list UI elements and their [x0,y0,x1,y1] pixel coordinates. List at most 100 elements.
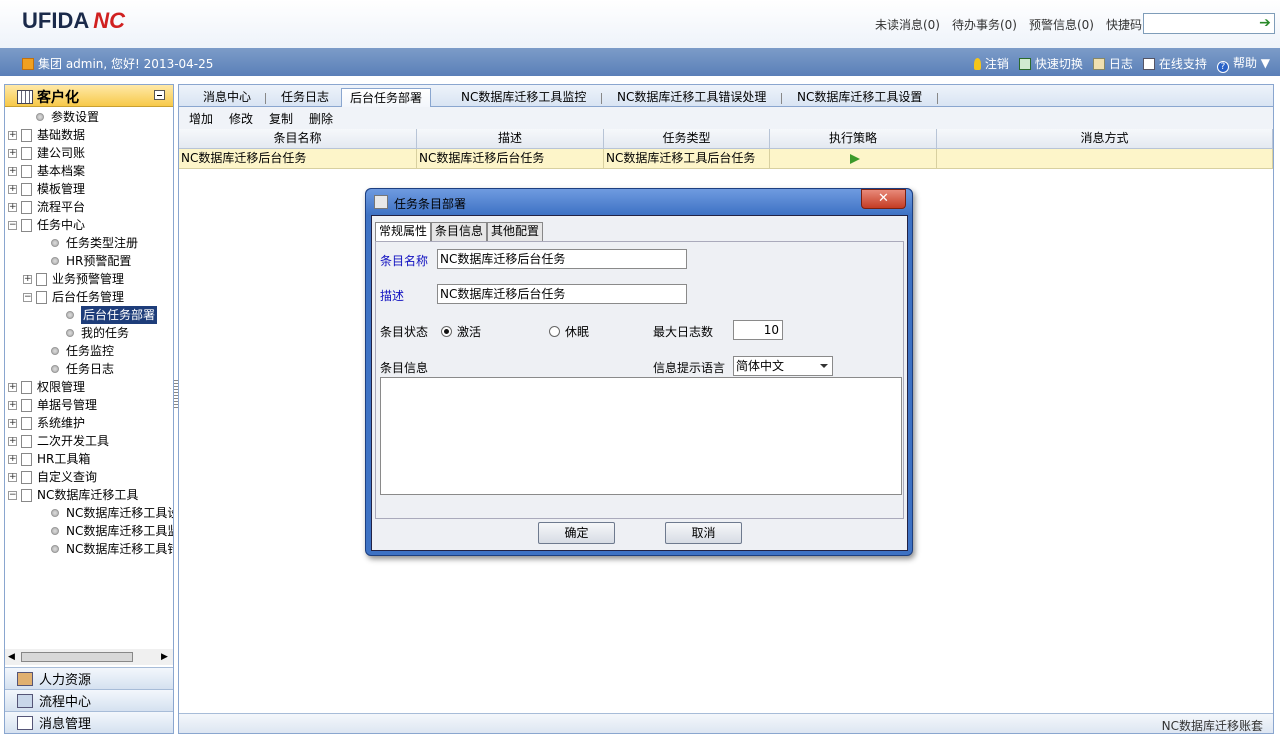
logout-link[interactable]: 注销 [973,55,1009,72]
expand-icon[interactable]: + [8,454,17,464]
copy-button[interactable]: 复制 [269,110,293,127]
language-select[interactable]: 简体中文 [733,356,833,376]
play-icon[interactable] [850,154,860,164]
expand-icon[interactable]: + [8,166,17,176]
name-input[interactable]: NC数据库迁移后台任务 [437,249,687,269]
status-sleep-radio[interactable]: 休眠 [549,323,589,340]
column-header-strategy[interactable]: 执行策略 [770,129,937,149]
column-header-desc[interactable]: 描述 [417,129,604,149]
column-header-name[interactable]: 条目名称 [179,129,417,149]
leaf-bullet-icon [51,527,59,535]
unread-messages-link[interactable]: 未读消息(0) [875,16,940,33]
log-icon [1092,58,1105,70]
tab-item-info[interactable]: 条目信息 [431,222,488,241]
column-header-type[interactable]: 任务类型 [604,129,770,149]
message-module-button[interactable]: 消息管理 [5,711,173,733]
todo-link[interactable]: 待办事务(0) [952,16,1017,33]
add-button[interactable]: 增加 [189,110,213,127]
tab-task-log[interactable]: 任务日志 [273,88,337,107]
tree-folder-item[interactable]: + 权限管理 [8,378,85,396]
max-log-input[interactable]: 10 [733,320,783,340]
tree-folder-item[interactable]: − NC数据库迁移工具 [8,486,138,504]
expand-icon[interactable]: + [23,274,32,284]
tree-folder-item[interactable]: − 任务中心 [8,216,85,234]
tab-other-config[interactable]: 其他配置 [487,222,544,241]
collapse-icon[interactable]: − [23,292,32,302]
table-cell-message[interactable] [937,149,1273,169]
expand-icon[interactable]: + [8,130,17,140]
expand-icon[interactable]: + [8,184,17,194]
scroll-right-icon[interactable]: ▶ [161,652,168,662]
table-cell-desc[interactable]: NC数据库迁移后台任务 [417,149,604,169]
delete-button[interactable]: 删除 [309,110,333,127]
expand-icon[interactable]: + [8,418,17,428]
table-cell-name[interactable]: NC数据库迁移后台任务 [179,149,417,169]
quick-switch-link[interactable]: 快速切换 [1018,55,1083,72]
tree-folder-item[interactable]: + 模板管理 [8,180,85,198]
expand-icon[interactable]: + [8,436,17,446]
collapse-icon[interactable]: − [8,490,17,500]
tab-general[interactable]: 常规属性 [375,222,432,242]
tab-nc-migration-monitor[interactable]: NC数据库迁移工具监控 [453,88,594,107]
table-cell-type[interactable]: NC数据库迁移工具后台任务 [604,149,770,169]
tree-folder-item[interactable]: − 后台任务管理 [23,288,124,306]
scroll-left-icon[interactable]: ◀ [8,652,15,662]
tree-folder-item[interactable]: + 建公司账 [8,144,85,162]
close-button[interactable]: ✕ [861,189,906,209]
tree-folder-item[interactable]: + 系统维护 [8,414,85,432]
edit-button[interactable]: 修改 [229,110,253,127]
desc-input[interactable]: NC数据库迁移后台任务 [437,284,687,304]
go-arrow-icon[interactable]: ➔ [1256,14,1274,32]
tree-leaf-item[interactable]: 任务监控 [51,342,114,360]
tree-leaf-item[interactable]: 参数设置 [36,108,99,126]
tree-leaf-item[interactable]: HR预警配置 [51,252,131,270]
status-sleep-label: 休眠 [565,325,590,339]
tree-folder-item[interactable]: + HR工具箱 [8,450,90,468]
item-info-textarea[interactable] [380,377,902,495]
ok-button[interactable]: 确定 [538,522,615,544]
tree-leaf-item[interactable]: 后台任务部署 [66,306,158,324]
help-link[interactable]: ? 帮助 ▼ [1216,54,1270,73]
tree-folder-item[interactable]: + 业务预警管理 [23,270,124,288]
tree-folder-item[interactable]: + 二次开发工具 [8,432,109,450]
log-link[interactable]: 日志 [1092,55,1133,72]
status-active-radio[interactable]: 激活 [441,323,481,340]
tree-folder-item[interactable]: + 自定义查询 [8,468,97,486]
expand-icon[interactable]: + [8,148,17,158]
tree-folder-item[interactable]: + 流程平台 [8,198,85,216]
tree-leaf-item[interactable]: NC数据库迁移工具监控 [51,522,173,540]
minimize-button[interactable] [154,90,165,100]
language-label: 信息提示语言 [653,361,726,375]
expand-icon[interactable]: + [8,202,17,212]
tab-background-task-deploy[interactable]: 后台任务部署 [341,88,432,107]
column-header-message[interactable]: 消息方式 [937,129,1273,149]
expand-icon[interactable]: + [8,382,17,392]
tree-leaf-item[interactable]: 我的任务 [66,324,129,342]
leaf-bullet-icon [51,257,59,265]
online-support-link[interactable]: 在线支持 [1142,55,1207,72]
tab-message-center[interactable]: 消息中心 [195,88,259,107]
expand-icon[interactable]: + [8,472,17,482]
tab-nc-migration-error[interactable]: NC数据库迁移工具错误处理 [609,88,774,107]
tree-leaf-item[interactable]: NC数据库迁移工具设置 [51,504,173,522]
tree-leaf-item[interactable]: 任务日志 [51,360,114,378]
tree-leaf-item[interactable]: 任务类型注册 [51,234,138,252]
tree-item-label: 二次开发工具 [37,434,110,448]
tree-horizontal-scrollbar[interactable]: ◀ ▶ [5,649,173,665]
tree-folder-item[interactable]: + 单据号管理 [8,396,97,414]
tree-folder-item[interactable]: + 基本档案 [8,162,85,180]
expand-icon[interactable]: + [8,400,17,410]
workflow-module-button[interactable]: 流程中心 [5,689,173,711]
table-cell-strategy[interactable] [770,149,937,169]
hr-module-button[interactable]: 人力资源 [5,667,173,689]
tree-folder-item[interactable]: + 基础数据 [8,126,85,144]
alerts-link[interactable]: 预警信息(0) [1029,16,1094,33]
tree-item-label: 自定义查询 [37,470,98,484]
collapse-icon[interactable]: − [8,220,17,230]
tree-leaf-item[interactable]: NC数据库迁移工具错误处理 [51,540,173,558]
dialog-titlebar[interactable]: 任务条目部署 ✕ [366,189,912,215]
scrollbar-thumb[interactable] [21,652,133,662]
tab-nc-migration-settings[interactable]: NC数据库迁移工具设置 [789,88,930,107]
user-icon [22,57,34,70]
cancel-button[interactable]: 取消 [665,522,742,544]
